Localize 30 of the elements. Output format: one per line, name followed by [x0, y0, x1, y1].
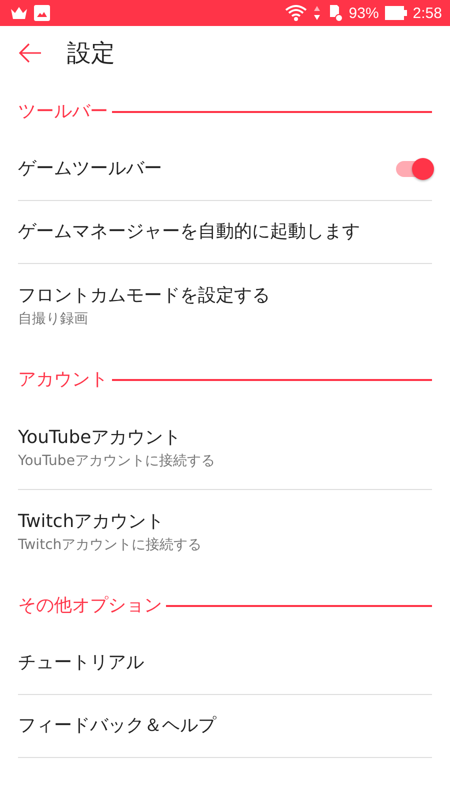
wifi-icon — [284, 5, 307, 21]
image-icon — [34, 5, 50, 21]
section-header: アカウント — [18, 368, 108, 392]
item-title: YouTubeアカウント — [18, 426, 182, 450]
page-title: 設定 — [67, 38, 115, 69]
toggle-switch[interactable] — [396, 161, 432, 177]
item-subtitle: Twitchアカウントに接続する — [18, 536, 203, 555]
clock: 2:58 — [412, 4, 442, 22]
item-title: フロントカムモードを設定する — [18, 284, 271, 308]
item-title: ゲームマネージャーを自動的に起動します — [18, 220, 361, 244]
item-title: Twitchアカウント — [18, 510, 166, 534]
crown-icon — [10, 6, 28, 20]
section-header: その他オプション — [18, 594, 162, 618]
settings-item[interactable]: Twitchアカウント Twitchアカウントに接続する — [18, 490, 432, 574]
data-arrows-icon — [312, 5, 321, 21]
back-arrow-icon[interactable] — [18, 43, 42, 63]
section-header: ツールバー — [18, 100, 108, 124]
item-title: ゲームツールバー — [18, 157, 163, 181]
settings-item[interactable]: フロントカムモードを設定する 自撮り録画 — [18, 264, 432, 348]
settings-item[interactable]: ゲームツールバー — [18, 138, 432, 201]
battery-percent: 93% — [348, 4, 379, 22]
item-subtitle: 自撮り録画 — [18, 310, 89, 329]
settings-item[interactable]: チュートリアル — [18, 632, 432, 695]
item-title: チュートリアル — [18, 651, 145, 675]
item-title: フィードバック＆ヘルプ — [18, 714, 218, 738]
settings-item[interactable]: YouTubeアカウント YouTubeアカウントに接続する — [18, 406, 432, 490]
battery-icon — [384, 6, 407, 20]
settings-item[interactable]: フィードバック＆ヘルプ — [18, 695, 432, 758]
settings-item[interactable]: ゲームマネージャーを自動的に起動します — [18, 201, 432, 264]
item-subtitle: YouTubeアカウントに接続する — [18, 452, 216, 470]
